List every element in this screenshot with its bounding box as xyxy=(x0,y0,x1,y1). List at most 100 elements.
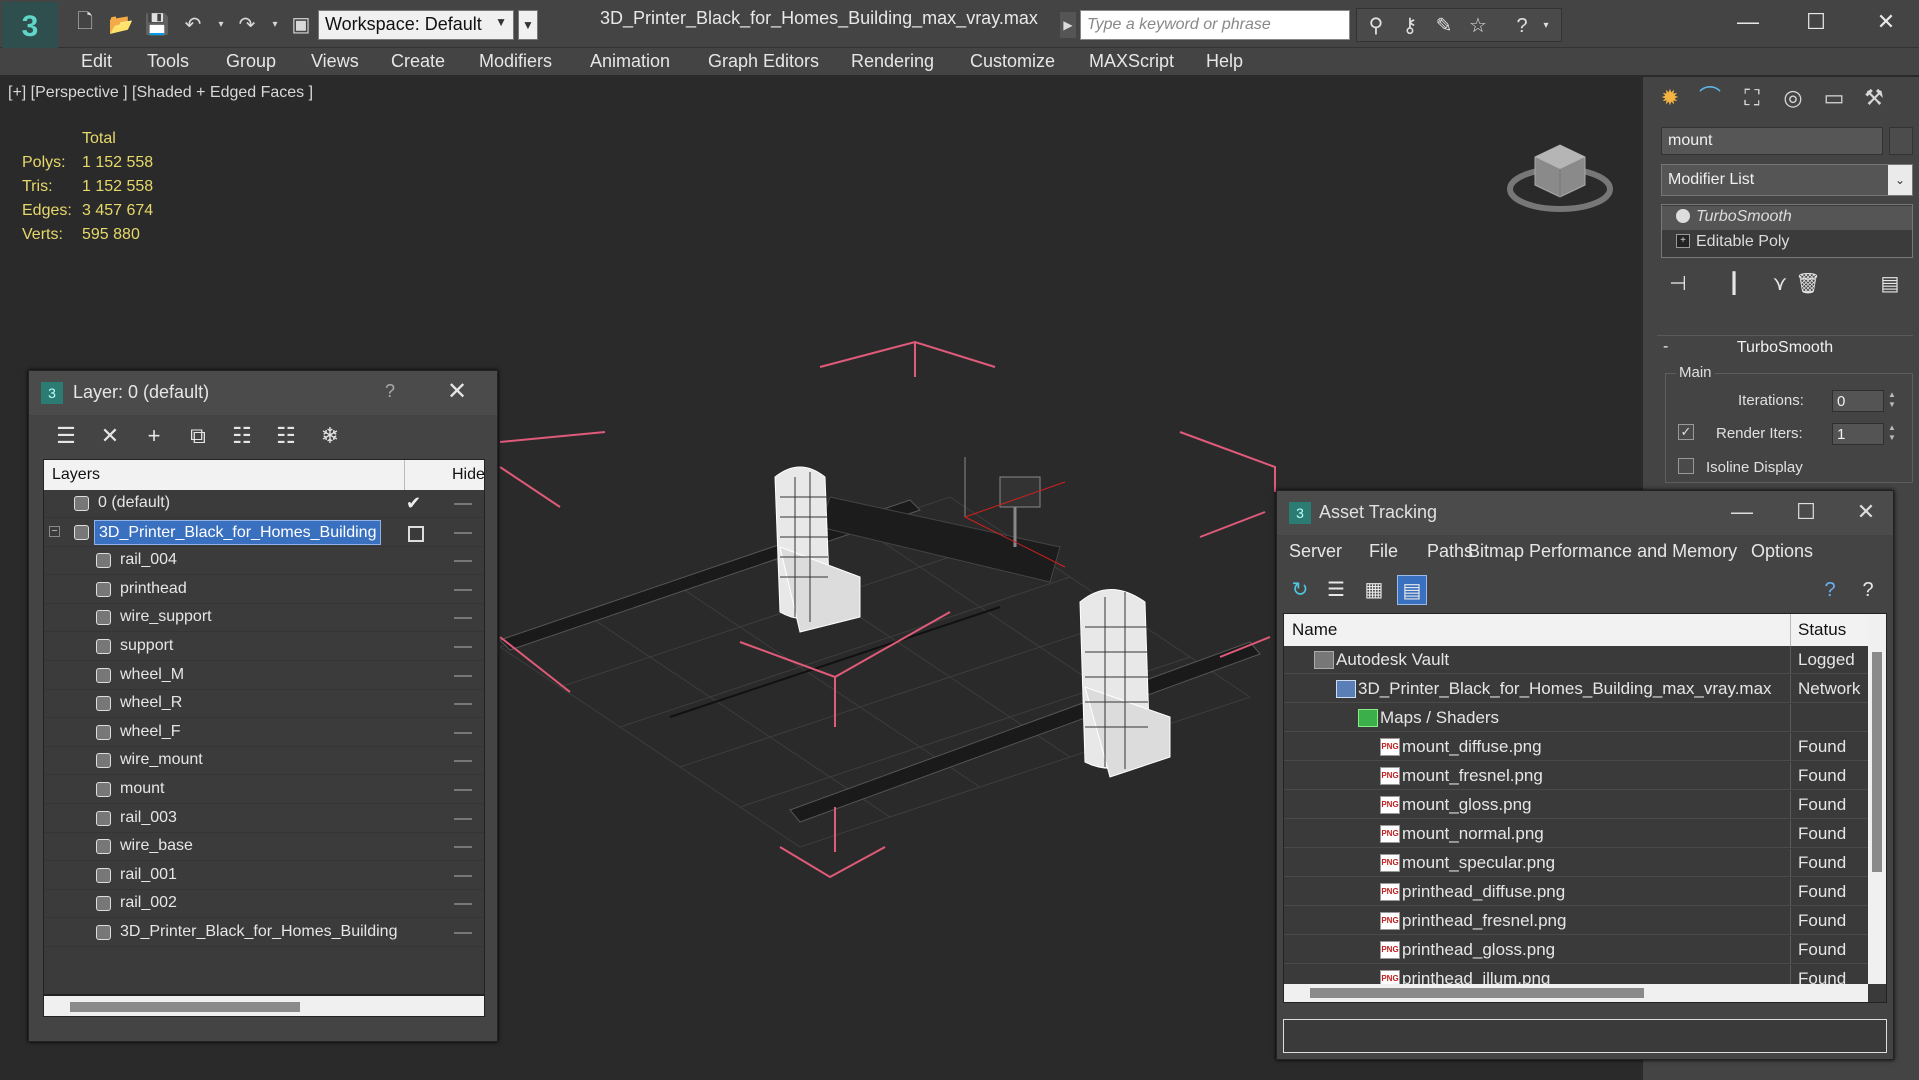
layer-row[interactable]: wire_mount xyxy=(44,747,484,776)
layer-row[interactable]: wire_base xyxy=(44,833,484,862)
layer-name[interactable]: wheel_R xyxy=(116,691,186,716)
asset-menu-paths[interactable]: Paths xyxy=(1427,541,1473,562)
layer-row[interactable]: wheel_F xyxy=(44,719,484,747)
asset-menu-bitmap[interactable]: Bitmap Performance and Memory xyxy=(1468,541,1737,562)
layer-row[interactable]: wheel_R xyxy=(44,690,484,719)
layer-horizontal-scrollbar[interactable] xyxy=(43,995,485,1017)
turbosmooth-rollout-header[interactable]: - TurboSmooth xyxy=(1657,335,1913,359)
asset-horizontal-scrollbar[interactable] xyxy=(1284,984,1868,1002)
menu-modifiers[interactable]: Modifiers xyxy=(479,51,552,72)
hide-toggle[interactable] xyxy=(454,817,472,820)
layer-row[interactable]: 0 (default) ✔ xyxy=(44,490,484,518)
menu-customize[interactable]: Customize xyxy=(970,51,1055,72)
hide-toggle[interactable] xyxy=(454,617,472,620)
hide-toggle[interactable] xyxy=(454,874,472,877)
layer-name[interactable]: rail_002 xyxy=(116,891,181,916)
minimize-icon[interactable]: — xyxy=(1718,4,1778,40)
render-iters-spinner-arrows[interactable]: ▲ ▼ xyxy=(1886,423,1898,445)
asset-row[interactable]: PNG mount_fresnel.png Found xyxy=(1284,762,1868,790)
layer-row[interactable]: rail_004 xyxy=(44,547,484,576)
asset-row[interactable]: Maps / Shaders xyxy=(1284,704,1868,732)
layer-name[interactable]: rail_003 xyxy=(116,806,181,831)
column-header-status[interactable]: Status xyxy=(1798,620,1846,640)
hide-all-icon[interactable]: ☷ xyxy=(271,421,301,451)
thumbnail-view-icon[interactable]: ▦ xyxy=(1359,575,1389,605)
configure-modifier-sets-icon[interactable]: ▤ xyxy=(1875,269,1905,299)
modifier-list-dropdown[interactable]: Modifier List ⌄ xyxy=(1661,164,1913,196)
maximize-icon[interactable]: ☐ xyxy=(1786,4,1846,40)
hide-toggle[interactable] xyxy=(454,760,472,763)
stack-item-editable-poly[interactable]: + Editable Poly xyxy=(1662,231,1912,255)
asset-row[interactable]: PNG mount_diffuse.png Found xyxy=(1284,733,1868,761)
layer-name[interactable]: wire_base xyxy=(116,834,197,859)
layer-name[interactable]: 3D_Printer_Black_for_Homes_Building xyxy=(94,519,382,545)
menu-animation[interactable]: Animation xyxy=(590,51,670,72)
asset-row[interactable]: PNG mount_specular.png Found xyxy=(1284,849,1868,877)
menu-rendering[interactable]: Rendering xyxy=(851,51,934,72)
undo-icon[interactable]: ↶ xyxy=(178,10,208,38)
help-tools-icon[interactable]: ? xyxy=(1853,575,1883,605)
layer-row[interactable]: support xyxy=(44,633,484,661)
asset-row[interactable]: PNG printhead_fresnel.png Found xyxy=(1284,907,1868,935)
layer-row[interactable]: − 3D_Printer_Black_for_Homes_Building xyxy=(44,519,484,547)
layer-name[interactable]: 3D_Printer_Black_for_Homes_Building xyxy=(116,920,401,945)
layer-row[interactable]: 3D_Printer_Black_for_Homes_Building xyxy=(44,919,484,947)
asset-menu-options[interactable]: Options xyxy=(1751,541,1813,562)
iterations-spinner-arrows[interactable]: ▲ ▼ xyxy=(1886,390,1898,412)
layer-dialog-titlebar[interactable]: 3 Layer: 0 (default) ? ✕ xyxy=(29,371,497,415)
column-header-hide[interactable]: Hide xyxy=(452,466,484,484)
layer-name[interactable]: wheel_F xyxy=(116,720,184,745)
asset-row[interactable]: Autodesk Vault Logged xyxy=(1284,646,1868,674)
hide-toggle[interactable] xyxy=(454,531,472,534)
create-tab-icon[interactable]: ✹ xyxy=(1653,81,1687,115)
scrollbar-thumb[interactable] xyxy=(70,1002,300,1012)
layer-row[interactable]: wheel_M xyxy=(44,662,484,690)
star-icon[interactable]: ☆ xyxy=(1463,13,1493,39)
hide-toggle[interactable] xyxy=(454,588,472,591)
render-iters-checkbox[interactable]: ✓ xyxy=(1678,424,1694,440)
hide-toggle[interactable] xyxy=(454,903,472,906)
current-layer-check-icon[interactable]: ✔ xyxy=(406,493,421,514)
hide-toggle[interactable] xyxy=(454,789,472,791)
layer-name[interactable]: wheel_M xyxy=(116,663,188,688)
layer-name[interactable]: rail_004 xyxy=(116,548,181,573)
utilities-tab-icon[interactable]: ⚒ xyxy=(1857,81,1891,115)
menu-help[interactable]: Help xyxy=(1206,51,1243,72)
communication-icon[interactable]: ✎ xyxy=(1429,13,1459,39)
save-file-icon[interactable]: 💾 xyxy=(142,10,172,38)
collapse-icon[interactable]: − xyxy=(49,525,60,537)
layer-row[interactable]: rail_002 xyxy=(44,890,484,919)
isoline-display-checkbox[interactable] xyxy=(1678,458,1694,474)
close-icon[interactable]: ✕ xyxy=(447,377,467,406)
lightbulb-icon[interactable] xyxy=(1676,209,1690,223)
hide-toggle[interactable] xyxy=(454,674,472,677)
workspace-dropdown[interactable]: Workspace: Default ▼ xyxy=(318,10,514,40)
help-icon[interactable]: ? xyxy=(1815,575,1845,605)
asset-row[interactable]: PNG printhead_gloss.png Found xyxy=(1284,936,1868,964)
asset-menu-file[interactable]: File xyxy=(1369,541,1398,562)
layer-row[interactable]: printhead xyxy=(44,576,484,604)
delete-layer-icon[interactable]: ✕ xyxy=(95,421,125,451)
close-icon[interactable]: ✕ xyxy=(1856,4,1916,40)
select-objects-icon[interactable]: ⧉ xyxy=(183,421,213,451)
hide-toggle[interactable] xyxy=(454,731,472,734)
layer-name[interactable]: rail_001 xyxy=(116,863,181,888)
object-name-input[interactable]: mount xyxy=(1661,127,1883,155)
pin-stack-icon[interactable]: ⊣ xyxy=(1663,269,1693,299)
hide-toggle[interactable] xyxy=(454,932,472,934)
asset-menu-server[interactable]: Server xyxy=(1289,541,1342,562)
menu-create[interactable]: Create xyxy=(391,51,445,72)
hide-toggle[interactable] xyxy=(454,503,472,505)
hierarchy-tab-icon[interactable]: ⛶ xyxy=(1735,81,1769,115)
expand-icon[interactable]: + xyxy=(1676,234,1690,248)
create-layer-icon[interactable]: ☰ xyxy=(51,421,81,451)
hide-toggle[interactable] xyxy=(454,846,472,849)
layer-name[interactable]: support xyxy=(116,634,177,659)
stack-item-turbosmooth[interactable]: TurboSmooth xyxy=(1662,206,1912,230)
key-icon[interactable]: ⚷ xyxy=(1395,13,1425,39)
highlight-layer-icon[interactable]: ☷ xyxy=(227,421,257,451)
render-iters-spinner[interactable]: 1 xyxy=(1832,423,1884,445)
search-expand-icon[interactable]: ▶ xyxy=(1060,12,1076,38)
menu-group[interactable]: Group xyxy=(226,51,276,72)
display-tab-icon[interactable]: ▭ xyxy=(1817,81,1851,115)
